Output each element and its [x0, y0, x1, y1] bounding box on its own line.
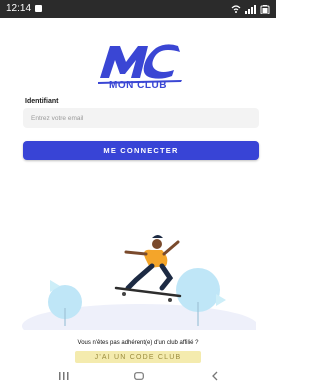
- skateboarder-illustration: [22, 235, 256, 330]
- navigation-bar: [0, 366, 276, 385]
- status-bar: 12:14: [0, 0, 276, 18]
- brand-name: MON CLUB: [109, 80, 167, 91]
- status-time: 12:14: [6, 3, 32, 14]
- wifi-icon: [231, 5, 241, 13]
- image-notification-icon: [35, 5, 42, 12]
- identifier-label: Identifiant: [25, 98, 59, 105]
- recent-apps-icon[interactable]: [59, 372, 69, 380]
- battery-icon: [260, 5, 270, 14]
- connect-button[interactable]: ME CONNECTER: [23, 141, 259, 160]
- signal-icon: [245, 5, 256, 14]
- home-icon[interactable]: [134, 372, 144, 380]
- back-icon[interactable]: [211, 371, 219, 381]
- club-code-button[interactable]: J'AI UN CODE CLUB: [75, 351, 201, 363]
- status-icons: [231, 4, 271, 14]
- signup-prompt: Vous n'êtes pas adhérent(e) d'un club af…: [77, 340, 199, 346]
- email-field[interactable]: [23, 108, 259, 128]
